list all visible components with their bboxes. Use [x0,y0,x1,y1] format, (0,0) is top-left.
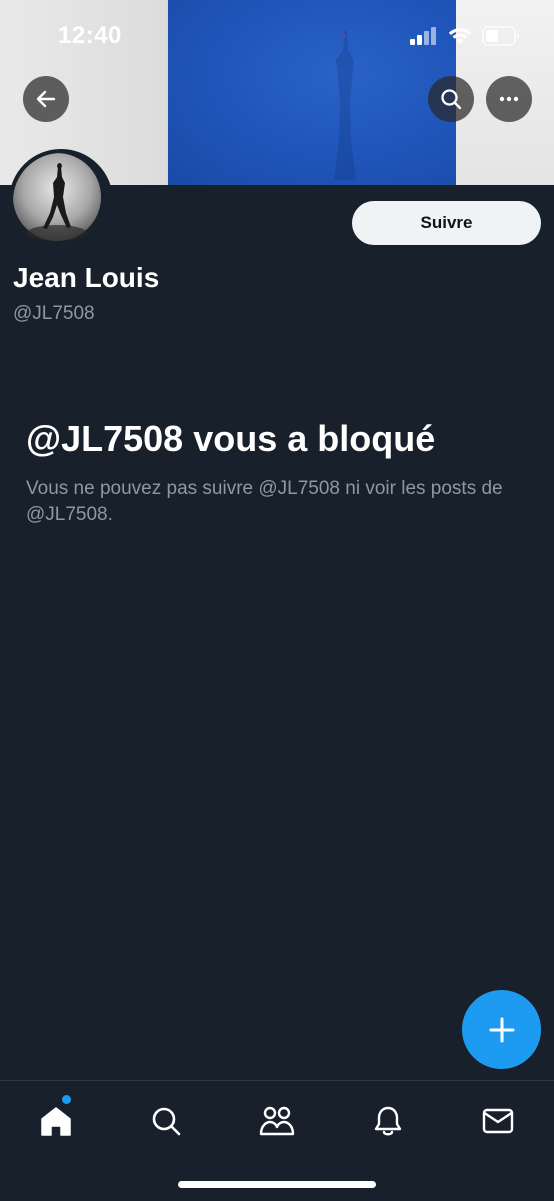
more-button[interactable] [486,76,532,122]
search-button[interactable] [428,76,474,122]
wifi-icon [448,28,472,44]
arrow-left-icon [36,90,56,108]
messages-icon [482,1108,514,1134]
profile-name: Jean Louis [13,262,160,293]
plus-icon [489,1017,514,1042]
tab-home[interactable] [36,1101,76,1141]
home-indicator [178,1181,376,1188]
tab-notifications[interactable] [368,1101,408,1141]
search-icon [152,1107,181,1136]
back-button[interactable] [23,76,69,122]
status-bar: 12:40 [0,0,554,74]
follow-button[interactable]: Suivre [352,201,541,245]
tab-search[interactable] [146,1101,186,1141]
avatar[interactable] [9,149,113,253]
home-icon [41,1107,71,1136]
blocked-message: Vous ne pouvez pas suivre @JL7508 ni voi… [26,478,503,525]
avatar-sculpture-image [13,153,101,241]
profile-handle: @JL7508 [13,303,95,324]
home-notification-dot [62,1095,71,1104]
search-icon [441,89,462,110]
blocked-title: @JL7508 vous a bloqué [26,418,436,459]
compose-button[interactable] [462,990,541,1069]
status-time: 12:40 [58,22,122,49]
tab-communities[interactable] [257,1101,297,1141]
battery-icon [482,26,519,46]
tab-messages[interactable] [478,1101,518,1141]
notifications-icon [374,1106,402,1136]
more-horizontal-icon [499,96,519,102]
cellular-signal-icon [410,27,436,45]
communities-icon [259,1106,295,1136]
